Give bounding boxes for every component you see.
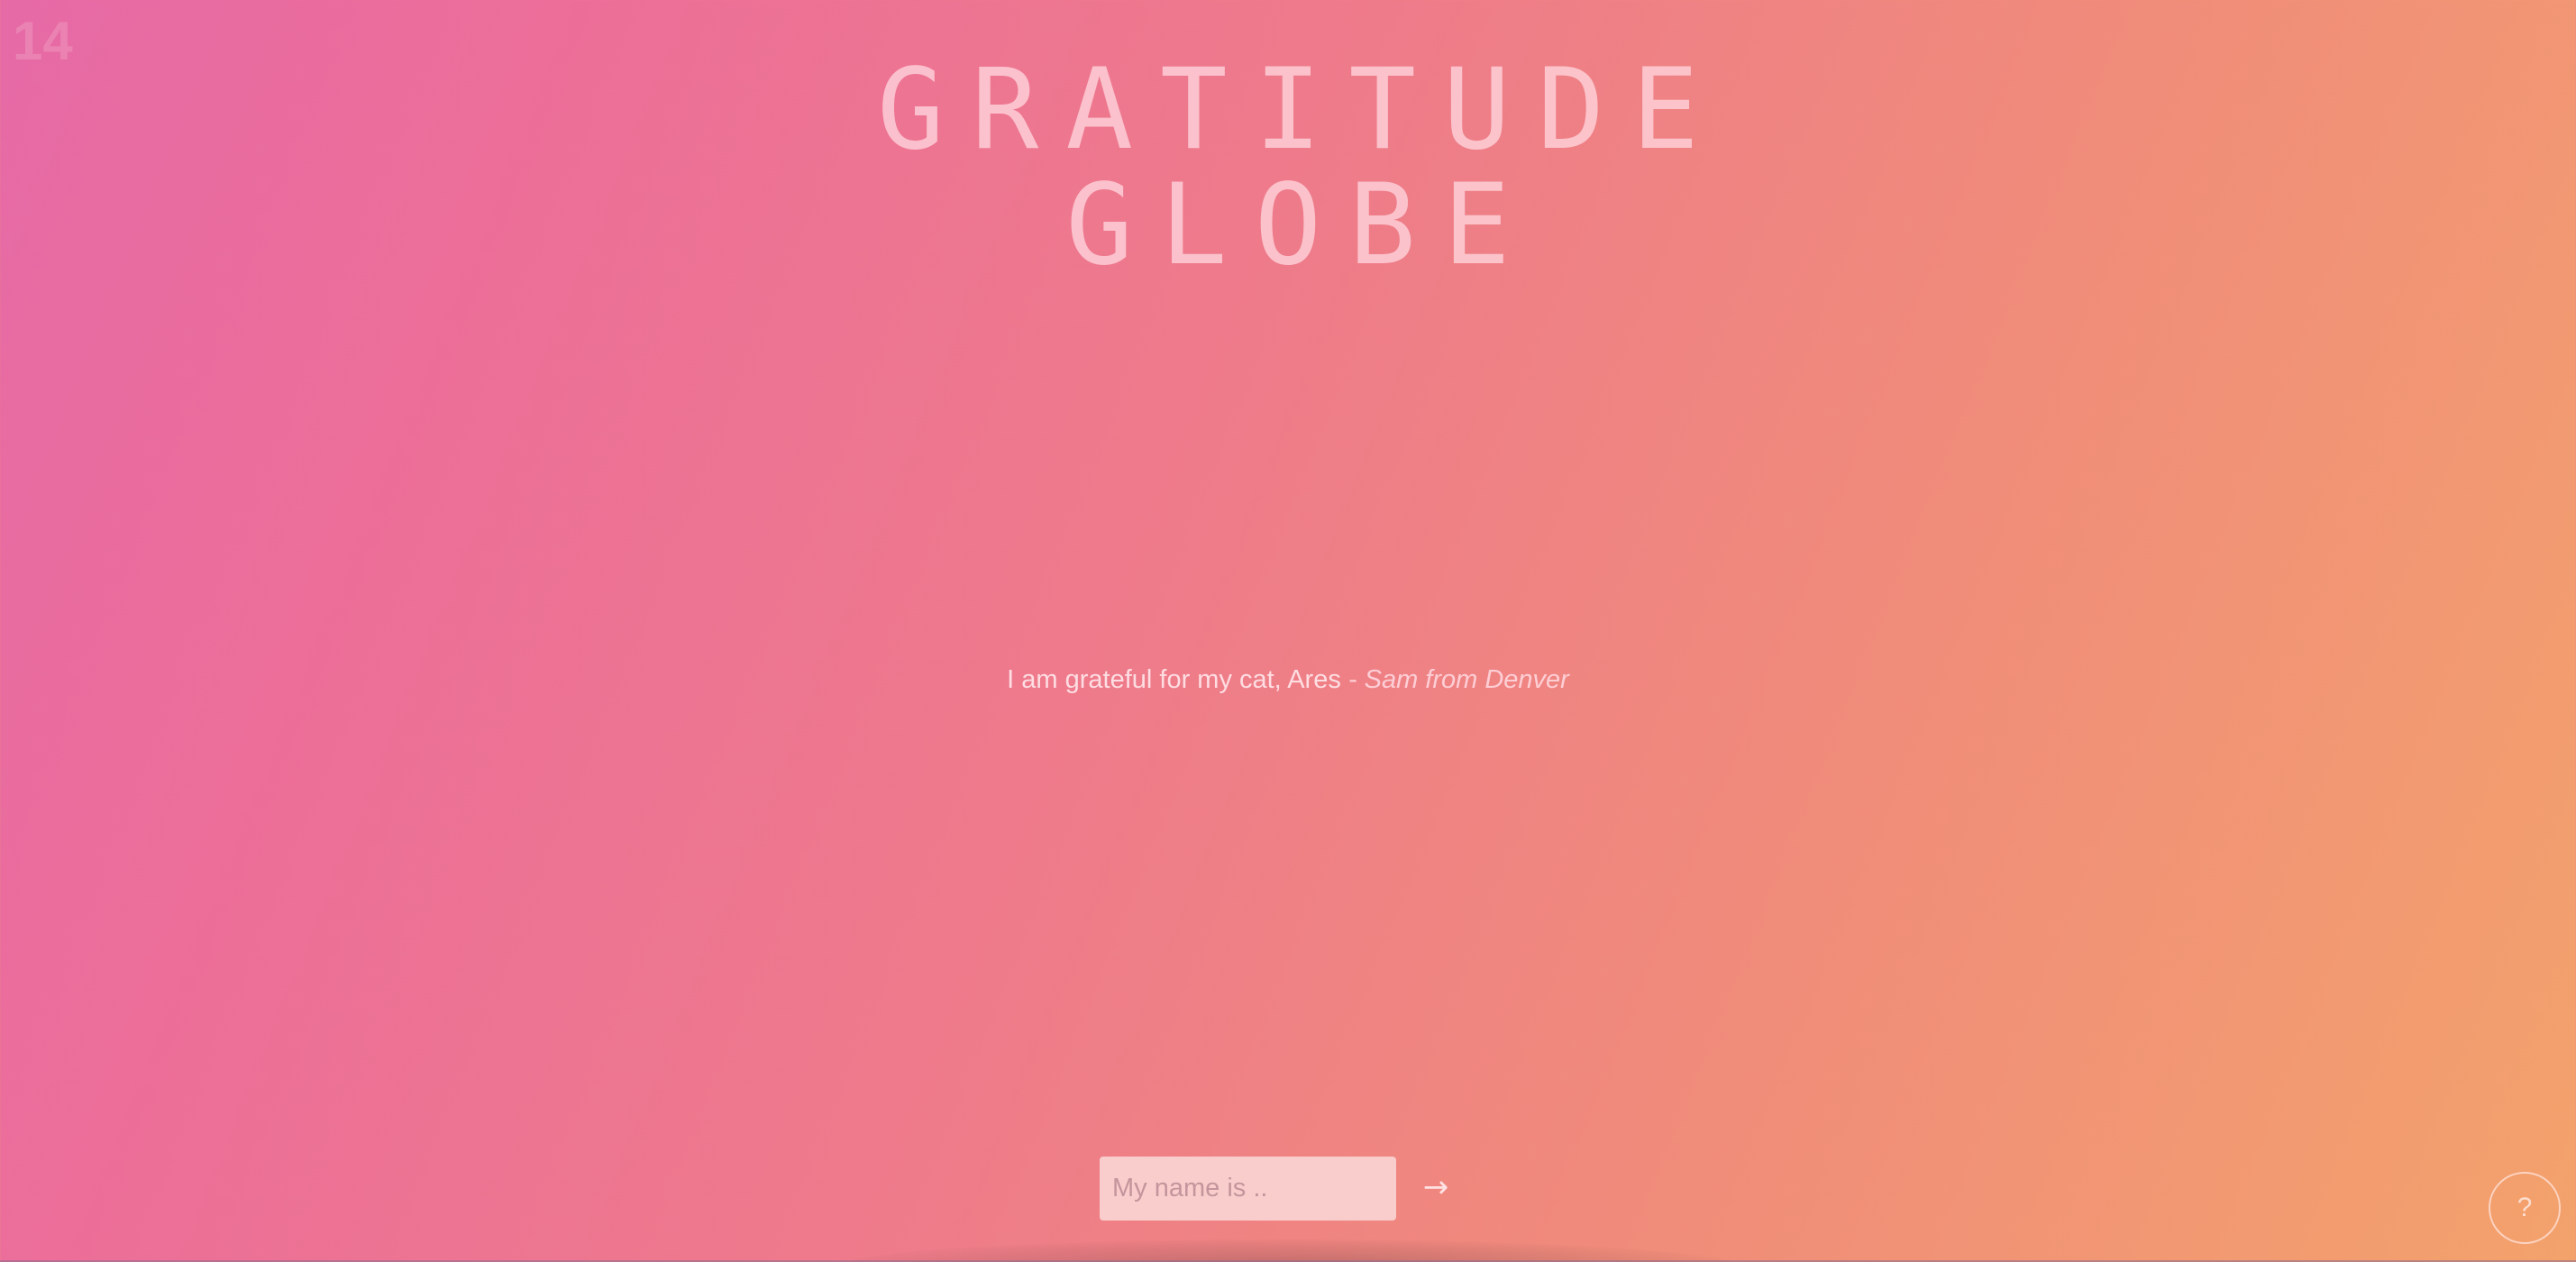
page-title: GRATITUDE GLOBE xyxy=(0,52,2576,283)
help-button[interactable]: ? xyxy=(2489,1172,2561,1244)
quote-text: I am grateful for my cat, Ares xyxy=(1007,665,1341,694)
question-mark-icon: ? xyxy=(2517,1193,2533,1222)
quote-author: - Sam from Denver xyxy=(1347,665,1569,694)
title-line-2: GLOBE xyxy=(1065,160,1538,290)
submit-arrow-button[interactable]: → xyxy=(1417,1163,1455,1212)
globe-shadow xyxy=(838,1239,1740,1262)
title-line-1: GRATITUDE xyxy=(877,45,1726,175)
name-input[interactable] xyxy=(1100,1157,1396,1221)
gratitude-quote: I am grateful for my cat, Ares - Sam fro… xyxy=(0,663,2576,696)
